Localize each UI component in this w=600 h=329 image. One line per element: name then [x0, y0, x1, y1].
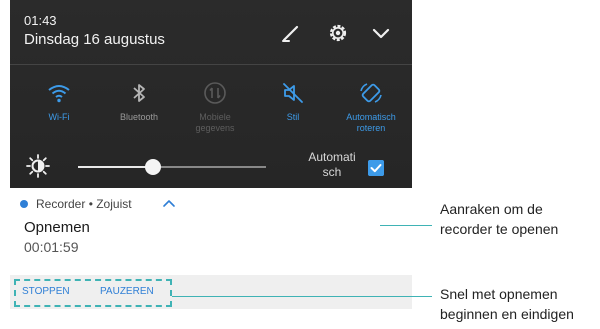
- brightness-slider-fill: [78, 166, 154, 168]
- auto-rotate-icon: [360, 83, 382, 103]
- settings-icon[interactable]: [325, 20, 351, 46]
- status-date: Dinsdag 16 augustus: [24, 31, 165, 48]
- wifi-icon: [48, 85, 70, 103]
- status-time: 01:43: [24, 13, 57, 28]
- auto-brightness-label: Automati sch: [308, 150, 356, 179]
- callout-open-recorder-line2: recorder te openen: [440, 221, 559, 237]
- recorder-notification[interactable]: Recorder • Zojuist Opnemen 00:01:59 STOP…: [10, 188, 412, 328]
- tile-auto-rotate[interactable]: Automatisch roteren: [336, 80, 406, 134]
- callout-line-actions: [172, 296, 432, 297]
- callout-open-recorder-line1: Aanraken om de: [440, 201, 543, 217]
- tile-bluetooth[interactable]: Bluetooth: [104, 80, 174, 123]
- bluetooth-icon: [133, 84, 145, 102]
- callout-line-open: [380, 225, 432, 226]
- callout-quick-actions-line2: beginnen en eindigen: [440, 306, 574, 322]
- tile-label: Stil: [286, 112, 300, 122]
- chevron-up-icon[interactable]: [162, 196, 176, 210]
- notification-title: Opnemen: [24, 219, 90, 236]
- mute-icon: [283, 83, 303, 103]
- notification-shade: 01:43 Dinsdag 16 augustus Wi-Fi Bluetoot…: [10, 0, 412, 188]
- recorder-app-dot: [20, 200, 28, 208]
- brightness-slider-thumb[interactable]: [145, 159, 162, 175]
- tile-wifi[interactable]: Wi-Fi: [24, 80, 94, 123]
- notification-app-line: Recorder • Zojuist: [36, 197, 132, 211]
- chevron-down-icon[interactable]: [368, 20, 394, 46]
- actions-highlight-box: [14, 279, 172, 307]
- phone-screen: 01:43 Dinsdag 16 augustus Wi-Fi Bluetoot…: [10, 0, 412, 329]
- tile-label: Wi-Fi: [48, 112, 70, 122]
- callout-quick-actions: Snel met opnemen beginnen en eindigen: [440, 284, 574, 324]
- brightness-icon: [26, 154, 50, 178]
- shade-divider: [10, 64, 412, 65]
- callout-open-recorder: Aanraken om de recorder te openen: [440, 199, 558, 239]
- notification-actions: STOPPEN PAUZEREN: [10, 275, 412, 309]
- tile-label: Mobiele gegevens: [195, 112, 235, 133]
- recording-timer: 00:01:59: [24, 239, 79, 255]
- edit-icon[interactable]: [278, 20, 304, 46]
- auto-brightness-checkbox[interactable]: [368, 160, 384, 176]
- tile-mobile-data[interactable]: Mobiele gegevens: [180, 80, 250, 134]
- mobile-data-icon: [204, 82, 226, 104]
- callout-quick-actions-line1: Snel met opnemen: [440, 286, 558, 302]
- tile-label: Automatisch roteren: [346, 112, 396, 133]
- tile-silent[interactable]: Stil: [258, 80, 328, 123]
- brightness-slider[interactable]: [78, 159, 266, 175]
- tile-label: Bluetooth: [119, 112, 159, 122]
